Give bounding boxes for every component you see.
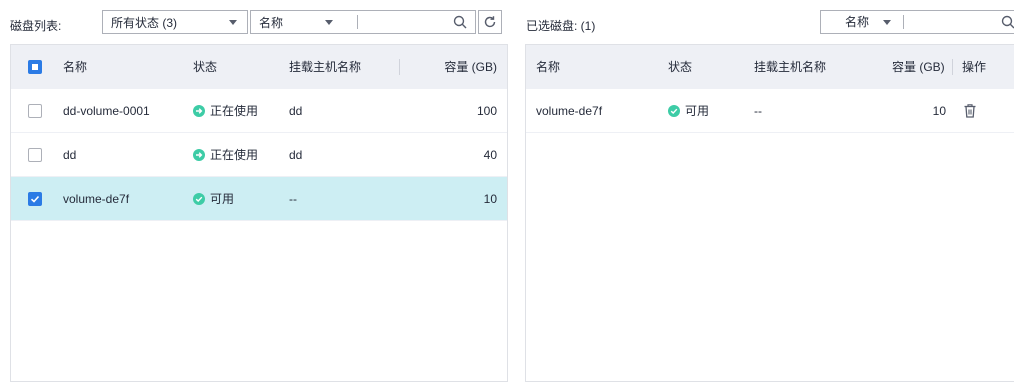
field-select-value[interactable]: 名称 [829,11,869,33]
column-divider [952,59,953,75]
selected-disks-label: 已选磁盘: (1) [526,19,596,33]
selected-disks-table: 名称 状态 挂载主机名称 容量 (GB) 操作 volume-de7f 可用 -… [525,44,1014,382]
cell-capacity: 10 [932,104,946,118]
available-icon [668,105,680,117]
chevron-down-icon [229,20,237,25]
col-name[interactable]: 名称 [63,45,87,89]
status-filter-select[interactable]: 所有状态 (3) [102,10,248,34]
cell-host: -- [289,192,297,206]
disk-list-table: 名称 状态 挂载主机名称 容量 (GB) dd-volume-0001 正在使用… [10,44,508,382]
search-input[interactable] [909,11,993,33]
chevron-down-icon[interactable] [883,20,891,25]
col-status[interactable]: 状态 [668,45,692,89]
in-use-icon [193,149,205,161]
refresh-icon [484,16,496,28]
table-header: 名称 状态 挂载主机名称 容量 (GB) 操作 [526,45,1014,89]
check-icon [30,195,40,203]
cell-status: 可用 [668,89,709,133]
cell-status: 正在使用 [193,133,258,177]
cell-name: dd [63,148,77,162]
col-capacity[interactable]: 容量 (GB) [892,45,945,89]
cell-name: volume-de7f [536,104,603,118]
selected-search-box[interactable]: 名称 [820,10,1014,34]
search-icon[interactable] [453,15,467,29]
divider [903,15,904,29]
refresh-button[interactable] [478,10,502,34]
status-text: 正在使用 [210,104,259,118]
table-header: 名称 状态 挂载主机名称 容量 (GB) [11,45,507,89]
row-checkbox[interactable] [28,148,42,162]
cell-name: volume-de7f [63,192,130,206]
field-select-value[interactable]: 名称 [259,14,283,31]
col-action: 操作 [962,60,987,74]
table-row[interactable]: dd 正在使用 dd 40 [11,133,507,177]
col-host[interactable]: 挂载主机名称 [754,45,826,89]
cell-host: dd [289,148,303,162]
select-all-checkbox[interactable] [28,60,42,74]
cell-name: dd-volume-0001 [63,104,150,118]
col-capacity[interactable]: 容量 (GB) [444,45,497,89]
divider [357,15,358,29]
row-checkbox[interactable] [28,192,42,206]
cell-capacity: 10 [483,192,497,206]
table-row[interactable]: volume-de7f 可用 -- 10 [11,177,507,221]
disk-list-label: 磁盘列表: [10,19,62,33]
cell-status: 正在使用 [193,89,258,133]
status-text: 可用 [685,104,710,118]
chevron-down-icon[interactable] [325,20,333,25]
trash-icon[interactable] [964,104,976,118]
search-box[interactable]: 名称 [250,10,476,34]
in-use-icon [193,105,205,117]
col-host[interactable]: 挂载主机名称 [289,45,361,89]
available-icon [193,193,205,205]
column-divider [399,59,400,75]
table-row[interactable]: dd-volume-0001 正在使用 dd 100 [11,89,507,133]
status-filter-value: 所有状态 (3) [111,15,178,30]
cell-host: dd [289,104,303,118]
cell-capacity: 40 [483,148,497,162]
search-input[interactable] [363,11,445,33]
table-row[interactable]: volume-de7f 可用 -- 10 [526,89,1014,133]
col-status[interactable]: 状态 [193,45,217,89]
cell-host: -- [754,104,762,118]
search-icon[interactable] [1001,15,1014,29]
cell-status: 可用 [193,177,234,221]
cell-capacity: 100 [476,104,497,118]
status-text: 正在使用 [210,148,259,162]
status-text: 可用 [210,192,235,206]
col-name[interactable]: 名称 [536,45,560,89]
row-checkbox[interactable] [28,104,42,118]
